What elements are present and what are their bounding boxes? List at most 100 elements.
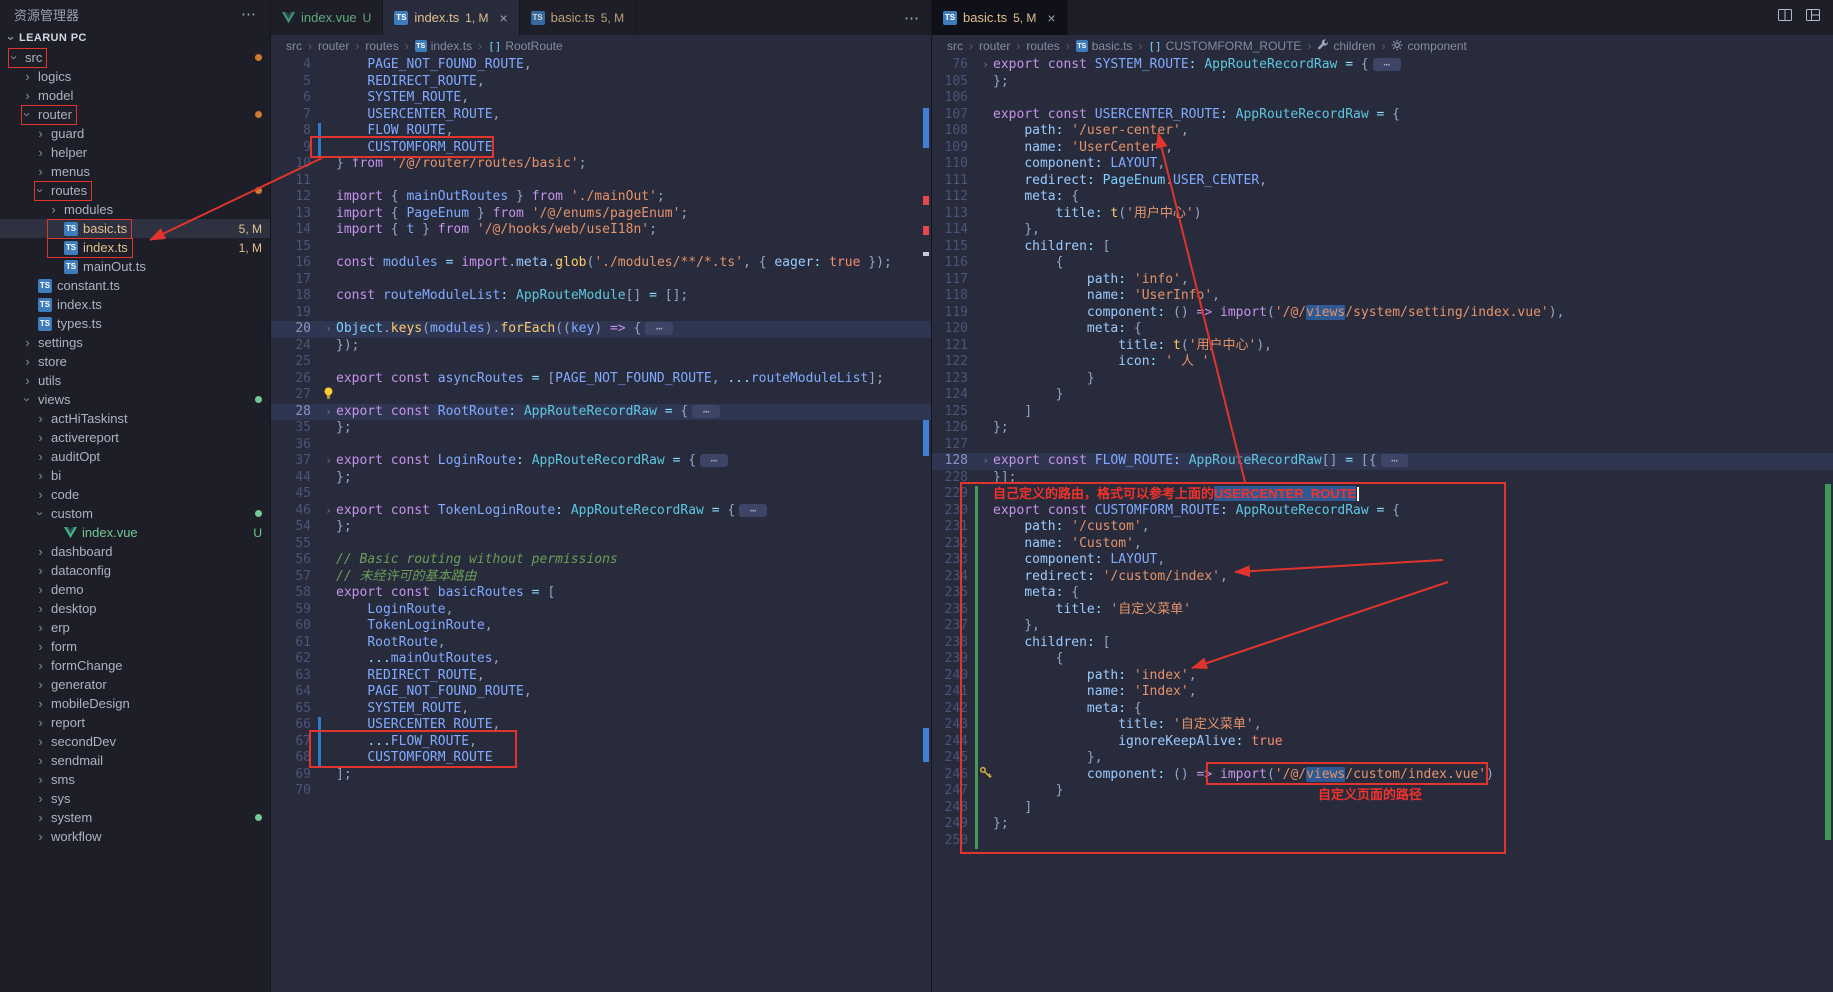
tree-item-dashboard[interactable]: ›dashboard	[0, 542, 270, 561]
tree-item-dataconfig[interactable]: ›dataconfig	[0, 561, 270, 580]
explorer-more-actions-icon[interactable]: ⋯	[241, 5, 256, 23]
close-tab-icon[interactable]: ×	[1047, 10, 1055, 26]
code-line-241[interactable]: 241 name: 'Index',	[932, 684, 1833, 701]
fold-chevron-icon[interactable]: ›	[321, 503, 336, 520]
tree-item-guard[interactable]: ›guard	[0, 124, 270, 143]
code-line-58[interactable]: 58export const basicRoutes = [	[271, 585, 931, 602]
code-line-27[interactable]: 27	[271, 387, 931, 404]
fold-chevron-icon[interactable]: ›	[321, 453, 336, 470]
code-line-249[interactable]: 249};	[932, 816, 1833, 833]
code-line-62[interactable]: 62 ...mainOutRoutes,	[271, 651, 931, 668]
code-line-45[interactable]: 45	[271, 486, 931, 503]
tree-item-views[interactable]: ›views	[0, 390, 270, 409]
code-line-37[interactable]: 37›export const LoginRoute: AppRouteReco…	[271, 453, 931, 470]
tree-item-routes[interactable]: ›routes	[0, 181, 270, 200]
code-line-228[interactable]: 228}];	[932, 470, 1833, 487]
tree-item-sendmail[interactable]: ›sendmail	[0, 751, 270, 770]
tree-item-store[interactable]: ›store	[0, 352, 270, 371]
code-line-5[interactable]: 5 REDIRECT_ROUTE,	[271, 74, 931, 91]
code-line-7[interactable]: 7 USERCENTER_ROUTE,	[271, 107, 931, 124]
breadcrumb-item-router[interactable]: router	[318, 39, 349, 53]
tree-item-sys[interactable]: ›sys	[0, 789, 270, 808]
code-line-112[interactable]: 112 meta: {	[932, 189, 1833, 206]
tree-item-mobiledesign[interactable]: ›mobileDesign	[0, 694, 270, 713]
code-line-17[interactable]: 17	[271, 272, 931, 289]
tree-item-basic.ts[interactable]: TSbasic.ts5, M	[0, 219, 270, 238]
code-line-20[interactable]: 20›Object.keys(modules).forEach((key) =>…	[271, 321, 931, 338]
tree-item-erp[interactable]: ›erp	[0, 618, 270, 637]
code-line-4[interactable]: 4 PAGE_NOT_FOUND_ROUTE,	[271, 57, 931, 74]
code-line-242[interactable]: 242 meta: {	[932, 701, 1833, 718]
code-line-8[interactable]: 8 FLOW_ROUTE,	[271, 123, 931, 140]
code-line-232[interactable]: 232 name: 'Custom',	[932, 536, 1833, 553]
breadcrumb-item-src[interactable]: src	[947, 39, 963, 53]
editor-layout-icon[interactable]	[1805, 7, 1821, 28]
code-line-122[interactable]: 122 icon: ' 人 '	[932, 354, 1833, 371]
code-line-116[interactable]: 116 {	[932, 255, 1833, 272]
fold-chevron-icon[interactable]: ›	[978, 453, 993, 470]
code-line-235[interactable]: 235 meta: {	[932, 585, 1833, 602]
code-line-70[interactable]: 70	[271, 783, 931, 800]
code-line-123[interactable]: 123 }	[932, 371, 1833, 388]
code-line-12[interactable]: 12import { mainOutRoutes } from './mainO…	[271, 189, 931, 206]
code-line-44[interactable]: 44};	[271, 470, 931, 487]
tree-item-index.ts[interactable]: TSindex.ts1, M	[0, 238, 270, 257]
code-line-126[interactable]: 126};	[932, 420, 1833, 437]
code-line-10[interactable]: 10} from '/@/router/routes/basic';	[271, 156, 931, 173]
code-line-24[interactable]: 24});	[271, 338, 931, 355]
code-line-128[interactable]: 128›export const FLOW_ROUTE: AppRouteRec…	[932, 453, 1833, 470]
code-line-240[interactable]: 240 path: 'index',	[932, 668, 1833, 685]
tree-item-settings[interactable]: ›settings	[0, 333, 270, 352]
code-line-110[interactable]: 110 component: LAYOUT,	[932, 156, 1833, 173]
code-line-124[interactable]: 124 }	[932, 387, 1833, 404]
code-line-14[interactable]: 14import { t } from '/@/hooks/web/useI18…	[271, 222, 931, 239]
tree-item-utils[interactable]: ›utils	[0, 371, 270, 390]
tree-item-types.ts[interactable]: TStypes.ts	[0, 314, 270, 333]
code-editor-basic-ts[interactable]: 76›export const SYSTEM_ROUTE: AppRouteRe…	[932, 57, 1833, 849]
code-line-16[interactable]: 16const modules = import.meta.glob('./mo…	[271, 255, 931, 272]
code-line-125[interactable]: 125 ]	[932, 404, 1833, 421]
code-line-105[interactable]: 105};	[932, 74, 1833, 91]
code-editor-index-ts[interactable]: 4 PAGE_NOT_FOUND_ROUTE,5 REDIRECT_ROUTE,…	[271, 57, 931, 800]
code-line-106[interactable]: 106	[932, 90, 1833, 107]
tree-item-router[interactable]: ›router	[0, 105, 270, 124]
breadcrumb-item-router[interactable]: router	[979, 39, 1010, 53]
tree-item-generator[interactable]: ›generator	[0, 675, 270, 694]
code-line-56[interactable]: 56// Basic routing without permissions	[271, 552, 931, 569]
code-line-19[interactable]: 19	[271, 305, 931, 322]
close-tab-icon[interactable]: ×	[499, 10, 507, 26]
tree-item-logics[interactable]: ›logics	[0, 67, 270, 86]
code-line-68[interactable]: 68 CUSTOMFORM_ROUTE	[271, 750, 931, 767]
code-line-69[interactable]: 69];	[271, 767, 931, 784]
code-line-25[interactable]: 25	[271, 354, 931, 371]
code-line-243[interactable]: 243 title: '自定义菜单',	[932, 717, 1833, 734]
code-line-233[interactable]: 233 component: LAYOUT,	[932, 552, 1833, 569]
code-line-36[interactable]: 36	[271, 437, 931, 454]
code-line-18[interactable]: 18const routeModuleList: AppRouteModule[…	[271, 288, 931, 305]
code-line-237[interactable]: 237 },	[932, 618, 1833, 635]
tree-item-mainout.ts[interactable]: TSmainOut.ts	[0, 257, 270, 276]
code-line-63[interactable]: 63 REDIRECT_ROUTE,	[271, 668, 931, 685]
code-line-244[interactable]: 244 ignoreKeepAlive: true	[932, 734, 1833, 751]
tab-basic.ts[interactable]: TSbasic.ts5, M×	[932, 0, 1068, 35]
code-line-113[interactable]: 113 title: t('用户中心')	[932, 206, 1833, 223]
code-line-57[interactable]: 57// 未经许可的基本路由	[271, 569, 931, 586]
breadcrumb-item-routes[interactable]: routes	[365, 39, 398, 53]
code-line-121[interactable]: 121 title: t('用户中心'),	[932, 338, 1833, 355]
tree-item-sms[interactable]: ›sms	[0, 770, 270, 789]
tab-basic.ts[interactable]: TSbasic.ts5, M	[520, 0, 636, 35]
tree-item-auditopt[interactable]: ›auditOpt	[0, 447, 270, 466]
code-line-118[interactable]: 118 name: 'UserInfo',	[932, 288, 1833, 305]
tree-item-workflow[interactable]: ›workflow	[0, 827, 270, 846]
workspace-root-row[interactable]: › LEARUN PC	[0, 28, 270, 48]
code-line-6[interactable]: 6 SYSTEM_ROUTE,	[271, 90, 931, 107]
code-line-117[interactable]: 117 path: 'info',	[932, 272, 1833, 289]
code-line-114[interactable]: 114 },	[932, 222, 1833, 239]
breadcrumb-item-rootroute[interactable]: []RootRoute	[488, 39, 563, 53]
tree-item-seconddev[interactable]: ›secondDev	[0, 732, 270, 751]
tree-item-demo[interactable]: ›demo	[0, 580, 270, 599]
code-line-115[interactable]: 115 children: [	[932, 239, 1833, 256]
code-line-234[interactable]: 234 redirect: '/custom/index',	[932, 569, 1833, 586]
tree-item-form[interactable]: ›form	[0, 637, 270, 656]
tree-item-activereport[interactable]: ›activereport	[0, 428, 270, 447]
